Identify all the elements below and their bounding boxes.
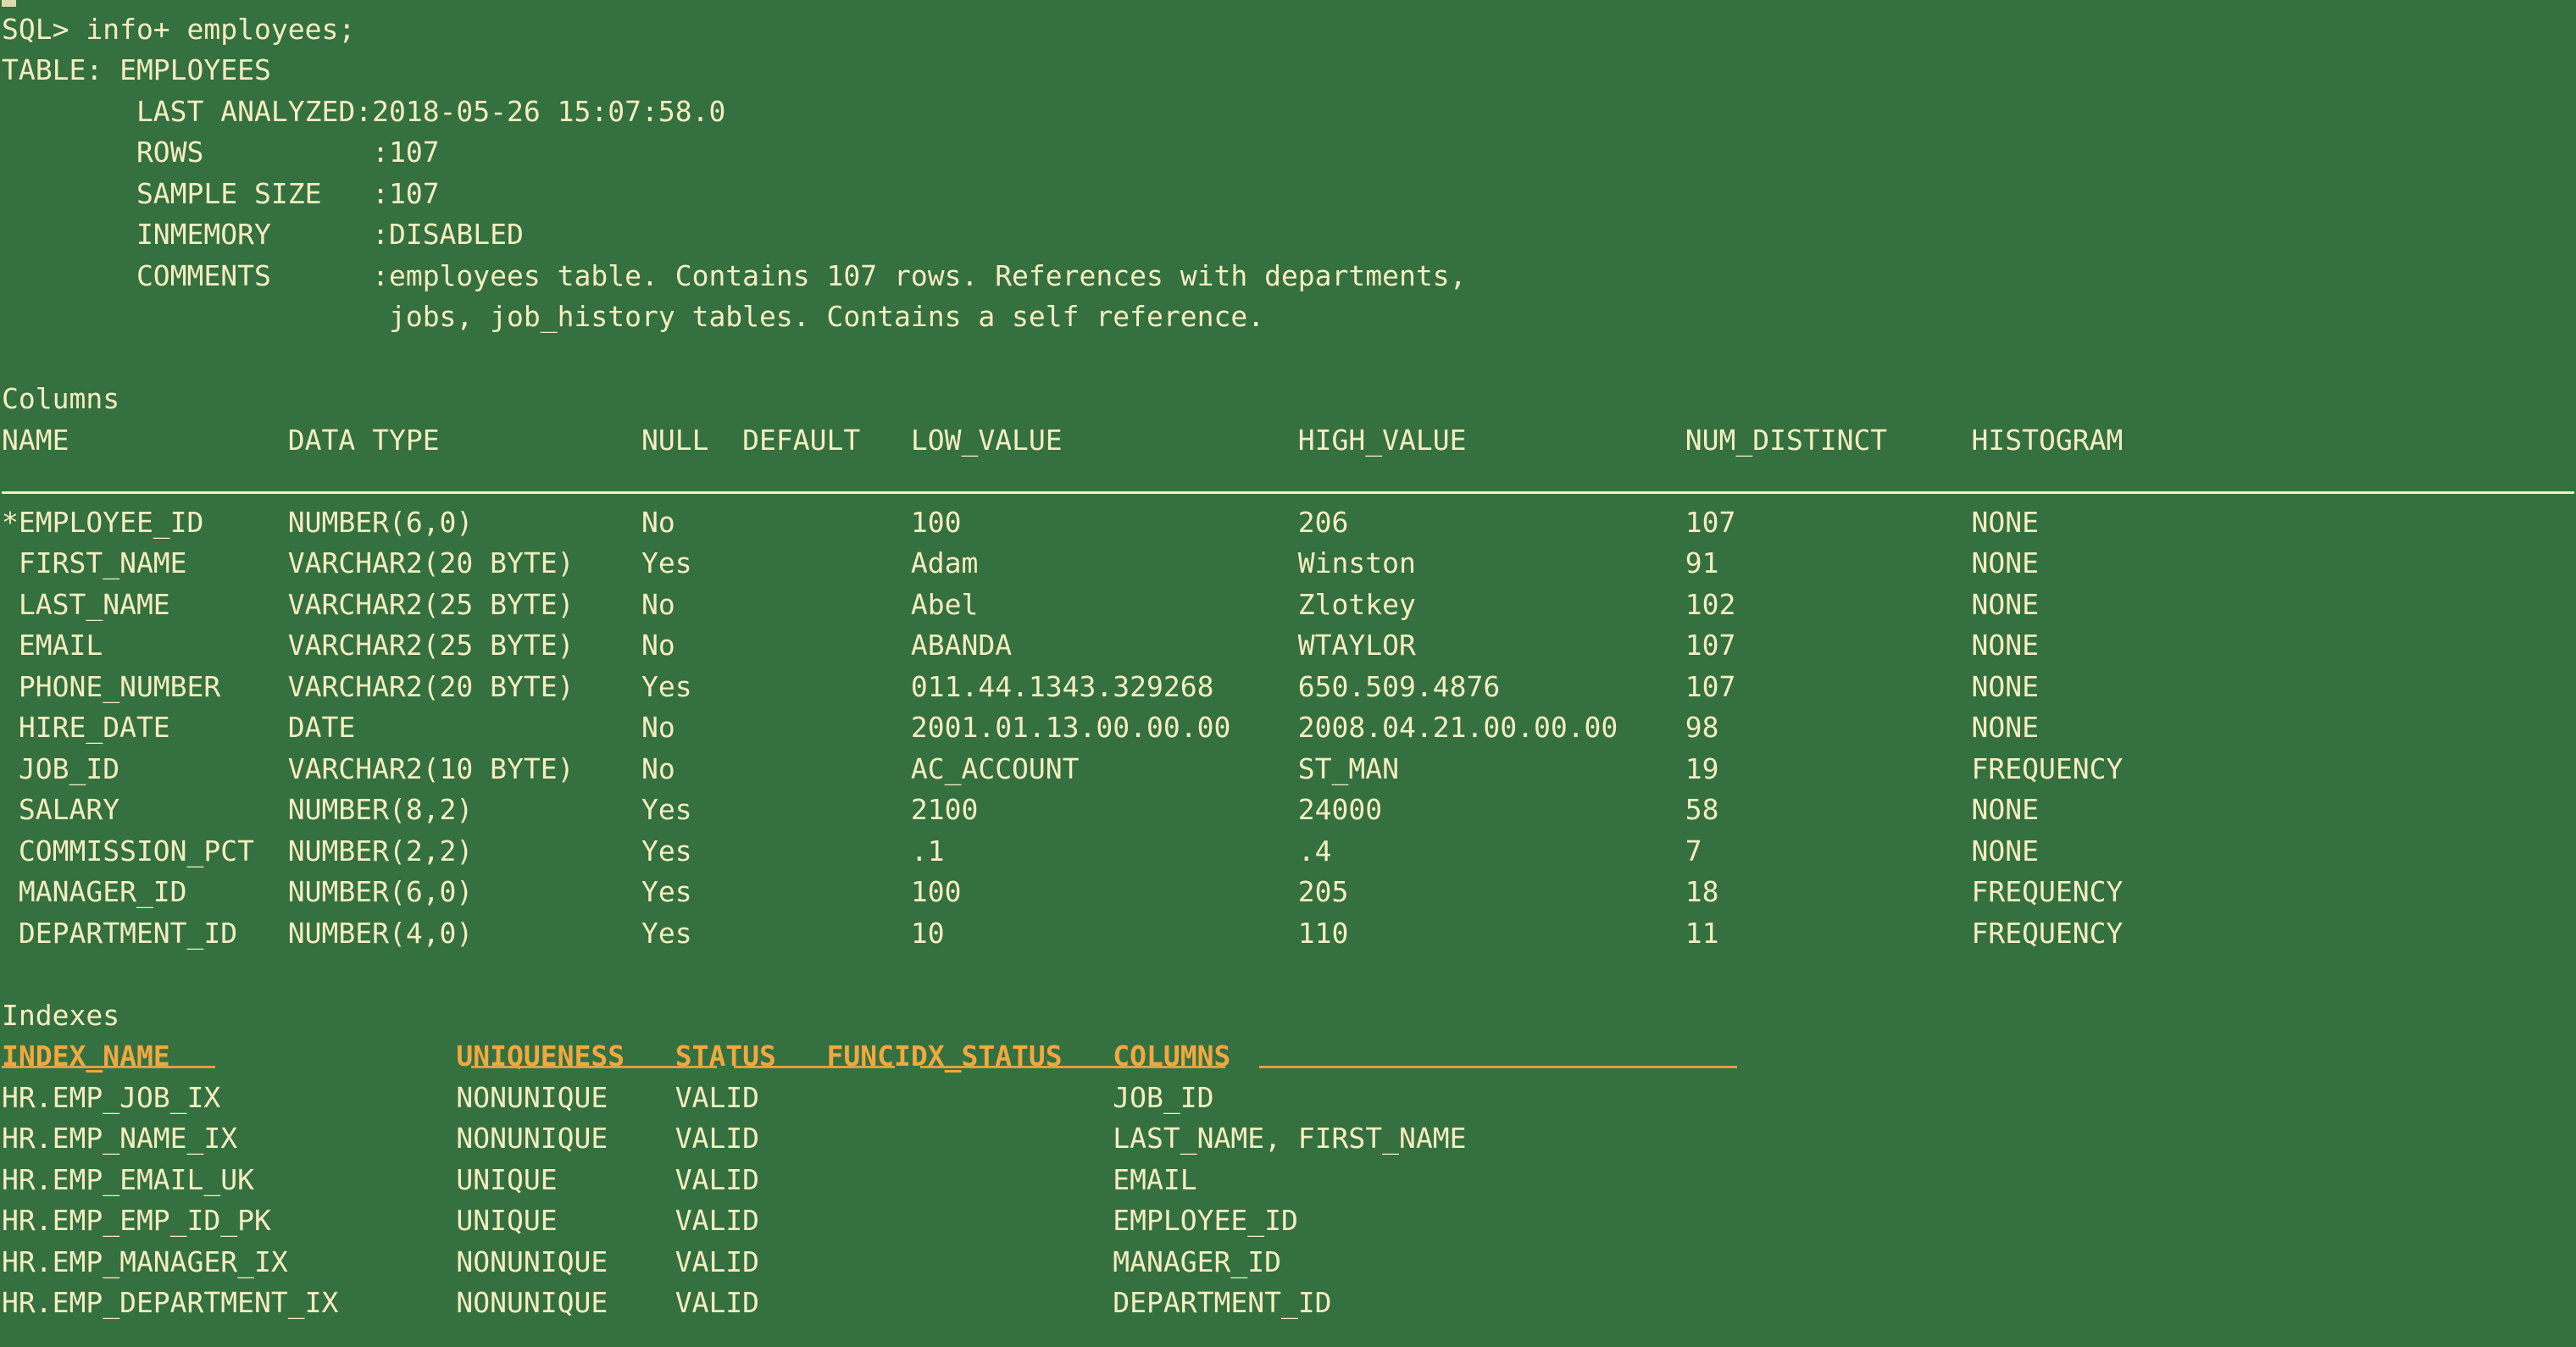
underline-index-name bbox=[2, 1066, 215, 1068]
sql-prompt-line[interactable]: SQL> info+ employees; bbox=[0, 9, 2576, 51]
meta-comments-line-1: COMMENTS :employees table. Contains 107 … bbox=[0, 256, 2576, 297]
table-row: FIRST_NAME VARCHAR2(20 BYTE) Yes Adam Wi… bbox=[0, 543, 2576, 585]
table-row: PHONE_NUMBER VARCHAR2(20 BYTE) Yes 011.4… bbox=[0, 667, 2576, 708]
terminal-scrollback: SQL> info+ employees; TABLE: EMPLOYEES L… bbox=[0, 0, 2576, 1324]
table-row: EMAIL VARCHAR2(25 BYTE) No ABANDA WTAYLO… bbox=[0, 625, 2576, 667]
indexes-table-body: HR.EMP_JOB_IX NONUNIQUE VALID JOB_IDHR.E… bbox=[0, 1078, 2576, 1324]
table-row: HR.EMP_JOB_IX NONUNIQUE VALID JOB_ID bbox=[0, 1078, 2576, 1119]
table-row: LAST_NAME VARCHAR2(25 BYTE) No Abel Zlot… bbox=[0, 585, 2576, 626]
table-row: HR.EMP_MANAGER_IX NONUNIQUE VALID MANAGE… bbox=[0, 1242, 2576, 1283]
table-row: HR.EMP_DEPARTMENT_IX NONUNIQUE VALID DEP… bbox=[0, 1283, 2576, 1324]
scrollback-partial-line bbox=[0, 0, 2576, 9]
table-title-line: TABLE: EMPLOYEES bbox=[0, 50, 2576, 91]
table-row: HR.EMP_EMAIL_UK UNIQUE VALID EMAIL bbox=[0, 1160, 2576, 1201]
indexes-section-title: Indexes bbox=[0, 995, 2576, 1037]
indexes-table-header: INDEX_NAME UNIQUENESS STATUS FUNCIDX_STA… bbox=[0, 1036, 2576, 1078]
table-row: *EMPLOYEE_ID NUMBER(6,0) No 100 206 107 … bbox=[0, 502, 2576, 544]
table-row: MANAGER_ID NUMBER(6,0) Yes 100 205 18 FR… bbox=[0, 872, 2576, 913]
table-row: JOB_ID VARCHAR2(10 BYTE) No AC_ACCOUNT S… bbox=[0, 749, 2576, 790]
columns-section-title: Columns bbox=[0, 379, 2576, 420]
spacer-line-2 bbox=[0, 954, 2576, 995]
terminal-window[interactable]: SQL> info+ employees; TABLE: EMPLOYEES L… bbox=[0, 0, 2576, 1347]
underline-status bbox=[734, 1066, 895, 1068]
table-row: COMMISSION_PCT NUMBER(2,2) Yes .1 .4 7 N… bbox=[0, 831, 2576, 873]
meta-rows: ROWS :107 bbox=[0, 132, 2576, 174]
spacer-line-1 bbox=[0, 338, 2576, 380]
meta-sample-size: SAMPLE SIZE :107 bbox=[0, 174, 2576, 215]
indexes-header-underline bbox=[0, 1066, 2576, 1071]
table-row: HIRE_DATE DATE No 2001.01.13.00.00.00 20… bbox=[0, 707, 2576, 749]
columns-header-underline bbox=[0, 461, 2576, 502]
table-row: HR.EMP_EMP_ID_PK UNIQUE VALID EMPLOYEE_I… bbox=[0, 1200, 2576, 1242]
underline-uniqueness bbox=[471, 1066, 717, 1068]
table-row: SALARY NUMBER(8,2) Yes 2100 24000 58 NON… bbox=[0, 790, 2576, 831]
meta-comments-line-2: jobs, job_history tables. Contains a sel… bbox=[0, 297, 2576, 338]
table-row: DEPARTMENT_ID NUMBER(4,0) Yes 10 110 11 … bbox=[0, 913, 2576, 955]
meta-inmemory: INMEMORY :DISABLED bbox=[0, 214, 2576, 256]
underline-columns bbox=[1259, 1066, 1737, 1068]
table-row: HR.EMP_NAME_IX NONUNIQUE VALID LAST_NAME… bbox=[0, 1118, 2576, 1160]
meta-last-analyzed: LAST ANALYZED:2018-05-26 15:07:58.0 bbox=[0, 91, 2576, 133]
columns-table-body: *EMPLOYEE_ID NUMBER(6,0) No 100 206 107 … bbox=[0, 502, 2576, 955]
underline-funcidx-status bbox=[920, 1066, 1225, 1068]
columns-table-header: NAME DATA TYPE NULL DEFAULT LOW_VALUE HI… bbox=[0, 420, 2576, 462]
